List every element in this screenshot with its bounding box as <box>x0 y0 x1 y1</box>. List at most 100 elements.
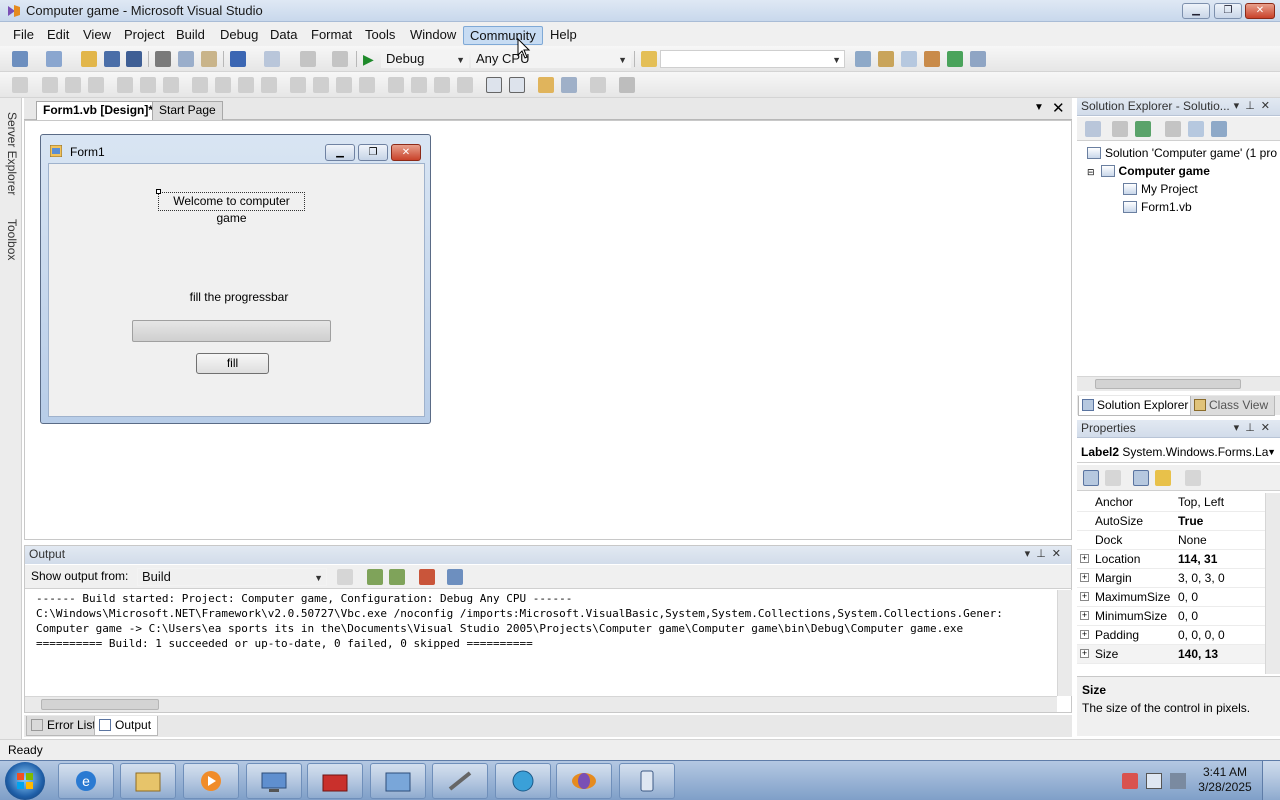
properties-window-icon[interactable] <box>878 51 894 67</box>
property-row-dock[interactable]: Dock None <box>1077 531 1266 550</box>
remove-horizontal-spacing-icon[interactable] <box>359 77 375 93</box>
size-to-grid-icon[interactable] <box>261 77 277 93</box>
previous-message-icon[interactable] <box>367 569 383 585</box>
view-designer-icon[interactable] <box>1188 121 1204 137</box>
tab-output[interactable]: Output <box>94 716 159 736</box>
start-button[interactable] <box>5 762 45 800</box>
tree-my-project[interactable]: My Project <box>1123 180 1198 198</box>
find-in-files-icon[interactable] <box>641 51 657 67</box>
alphabetical-icon[interactable] <box>1105 470 1121 486</box>
menu-file[interactable]: File <box>7 26 40 45</box>
browser-globe-icon[interactable] <box>495 763 551 799</box>
menu-data[interactable]: Data <box>264 26 303 45</box>
output-horizontal-scrollbar[interactable] <box>25 696 1057 712</box>
tree-project[interactable]: ⊟ Computer game <box>1087 162 1210 180</box>
show-desktop-button[interactable] <box>1262 761 1280 800</box>
property-row-maximumsize[interactable]: + MaximumSize 0, 0 <box>1077 588 1266 607</box>
navigate-forward-icon[interactable] <box>332 51 348 67</box>
action-center-icon[interactable] <box>1146 773 1162 789</box>
menu-tools[interactable]: Tools <box>359 26 401 45</box>
computer-icon[interactable] <box>246 763 302 799</box>
property-value[interactable]: 3, 0, 3, 0 <box>1178 569 1225 587</box>
tab-solution-explorer[interactable]: Solution Explorer <box>1078 396 1196 416</box>
menu-debug[interactable]: Debug <box>214 26 264 45</box>
property-value[interactable]: 0, 0, 0, 0 <box>1178 626 1225 644</box>
maximize-button[interactable]: ❐ <box>1214 3 1242 19</box>
align-to-grid-icon[interactable] <box>12 77 28 93</box>
properties-header-buttons[interactable]: ▾⊥✕ <box>1234 420 1276 437</box>
add-project-icon[interactable] <box>12 51 28 67</box>
file-explorer-icon[interactable] <box>120 763 176 799</box>
property-object-combo[interactable]: Label2 System.Windows.Forms.La ▼ <box>1077 441 1280 463</box>
menu-edit[interactable]: Edit <box>41 26 75 45</box>
categorized-icon[interactable] <box>1083 470 1099 486</box>
control-panel-icon[interactable] <box>370 763 426 799</box>
redo-icon[interactable] <box>264 51 280 67</box>
snipping-tool-icon[interactable] <box>432 763 488 799</box>
align-middles-icon[interactable] <box>140 77 156 93</box>
clear-all-icon[interactable] <box>419 569 435 585</box>
center-vertically-icon[interactable] <box>509 77 525 93</box>
output-source-combo[interactable]: Build ▼ <box>137 568 327 586</box>
property-row-autosize[interactable]: AutoSize True <box>1077 512 1266 531</box>
property-row-size[interactable]: + Size 140, 13 <box>1077 645 1266 664</box>
minimize-button[interactable]: ▁ <box>1182 3 1210 19</box>
toolbox-icon[interactable] <box>924 51 940 67</box>
decrease-vertical-spacing-icon[interactable] <box>434 77 450 93</box>
center-horizontally-icon[interactable] <box>486 77 502 93</box>
server-explorer-tab[interactable]: Server Explorer <box>3 104 19 204</box>
next-message-icon[interactable] <box>389 569 405 585</box>
menu-view[interactable]: View <box>77 26 117 45</box>
expand-icon[interactable]: + <box>1080 649 1089 658</box>
property-value[interactable]: True <box>1178 512 1203 530</box>
properties-view-icon[interactable] <box>1133 470 1149 486</box>
expand-icon[interactable]: + <box>1080 611 1089 620</box>
menu-project[interactable]: Project <box>118 26 170 45</box>
progress-bar[interactable] <box>132 320 331 342</box>
clock[interactable]: 3:41 AM 3/28/2025 <box>1194 765 1256 795</box>
align-tops-icon[interactable] <box>117 77 133 93</box>
menu-window[interactable]: Window <box>404 26 462 45</box>
output-header-buttons[interactable]: ▾⊥✕ <box>1025 546 1067 563</box>
instruction-label[interactable]: fill the progressbar <box>149 290 329 304</box>
align-centers-icon[interactable] <box>65 77 81 93</box>
solution-explorer-header-buttons[interactable]: ▾⊥✕ <box>1234 98 1276 115</box>
collapse-icon[interactable]: ⊟ <box>1087 167 1095 177</box>
fill-button[interactable]: fill <box>196 353 269 374</box>
menu-build[interactable]: Build <box>170 26 211 45</box>
vertical-spacing-icon[interactable] <box>388 77 404 93</box>
scrollbar-thumb[interactable] <box>41 699 159 710</box>
bring-to-front-icon[interactable] <box>538 77 554 93</box>
properties-icon[interactable] <box>1085 121 1101 137</box>
expand-icon[interactable]: + <box>1080 630 1089 639</box>
property-value[interactable]: 140, 13 <box>1178 645 1218 663</box>
solution-horizontal-scrollbar[interactable] <box>1077 376 1280 391</box>
open-file-icon[interactable] <box>81 51 97 67</box>
undo-icon[interactable] <box>230 51 246 67</box>
view-class-diagram-icon[interactable] <box>1211 121 1227 137</box>
make-same-width-icon[interactable] <box>192 77 208 93</box>
form-close-button[interactable]: ✕ <box>391 144 421 161</box>
form-minimize-button[interactable]: ▁ <box>325 144 355 161</box>
increase-vertical-spacing-icon[interactable] <box>411 77 427 93</box>
property-value[interactable]: 0, 0 <box>1178 607 1198 625</box>
volume-muted-icon[interactable] <box>1170 773 1186 789</box>
tab-list-icon[interactable]: ▼ <box>1034 102 1044 113</box>
make-same-size-icon[interactable] <box>238 77 254 93</box>
object-browser-icon[interactable] <box>901 51 917 67</box>
word-wrap-icon[interactable] <box>447 569 463 585</box>
solution-config-combo[interactable]: Debug ▼ <box>381 50 469 68</box>
increase-horizontal-spacing-icon[interactable] <box>313 77 329 93</box>
network-status-icon[interactable] <box>1122 773 1138 789</box>
expand-icon[interactable]: + <box>1080 554 1089 563</box>
align-rights-icon[interactable] <box>88 77 104 93</box>
property-value[interactable]: 0, 0 <box>1178 588 1198 606</box>
find-combo[interactable]: ▼ <box>660 50 845 68</box>
decrease-horizontal-spacing-icon[interactable] <box>336 77 352 93</box>
start-debugging-icon[interactable]: ▶ <box>363 51 379 67</box>
close-document-icon[interactable]: ✕ <box>1052 99 1065 117</box>
save-all-icon[interactable] <box>126 51 142 67</box>
save-icon[interactable] <box>104 51 120 67</box>
navigate-backward-icon[interactable] <box>300 51 316 67</box>
find-message-icon[interactable] <box>337 569 353 585</box>
